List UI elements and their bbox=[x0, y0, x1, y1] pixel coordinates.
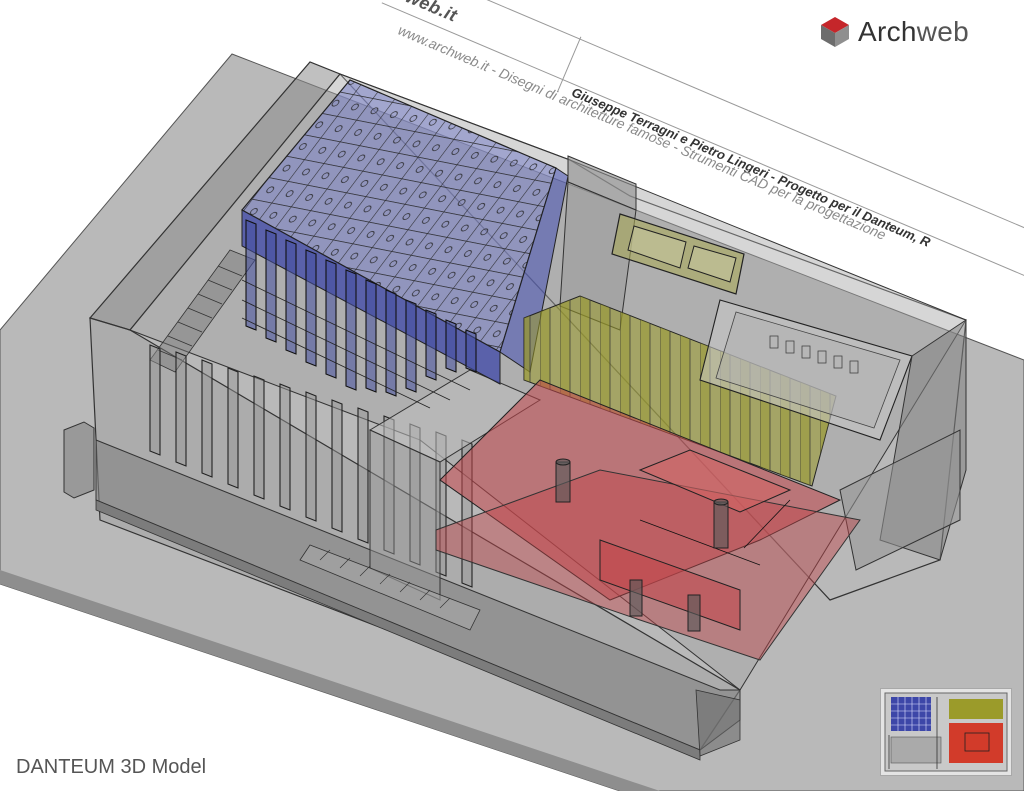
thumb-red bbox=[949, 723, 1003, 763]
danteum-3d-model-view bbox=[0, 53, 1024, 791]
thumb-gray-room bbox=[890, 736, 942, 764]
plan-thumbnail bbox=[880, 688, 1012, 776]
front-pillar bbox=[63, 421, 95, 499]
archweb-logo[interactable]: Archweb bbox=[818, 14, 969, 50]
cube-logo-icon bbox=[821, 17, 849, 47]
thumb-blue-grid bbox=[891, 697, 931, 731]
model-caption: DANTEUM 3D Model bbox=[16, 756, 207, 778]
thumb-yellow bbox=[949, 699, 1003, 719]
logo-text: Archweb bbox=[858, 16, 969, 48]
plan-thumbnail-drawing bbox=[884, 692, 1008, 772]
logo-text-light: web bbox=[916, 16, 970, 47]
logo-text-dark: Arch bbox=[858, 16, 917, 47]
